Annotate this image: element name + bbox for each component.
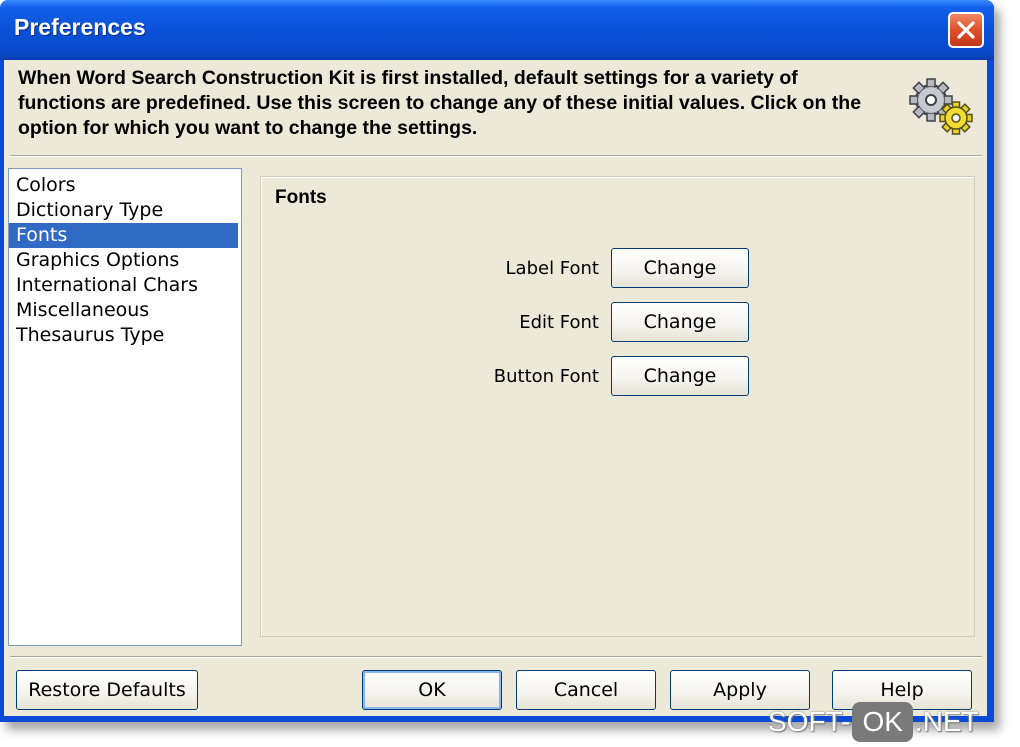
watermark-right: .NET xyxy=(914,706,979,737)
gears-icon xyxy=(909,78,973,135)
dialog-body: When Word Search Construction Kit is fir… xyxy=(4,60,987,716)
category-item-fonts[interactable]: Fonts xyxy=(9,223,238,248)
close-button[interactable] xyxy=(948,12,984,48)
fonts-panel: Fonts Label Font Change Edit Font Change… xyxy=(260,176,975,637)
change-label-font-button[interactable]: Change xyxy=(611,248,749,288)
label-font-label: Label Font xyxy=(505,258,599,279)
category-item-international-chars[interactable]: International Chars xyxy=(9,273,238,298)
category-item-miscellaneous[interactable]: Miscellaneous xyxy=(9,298,238,323)
cancel-button[interactable]: Cancel xyxy=(516,670,656,710)
panel-title: Fonts xyxy=(275,187,327,208)
window-title: Preferences xyxy=(14,14,146,40)
category-item-dictionary-type[interactable]: Dictionary Type xyxy=(9,198,238,223)
button-font-label: Button Font xyxy=(493,366,599,387)
restore-defaults-button[interactable]: Restore Defaults xyxy=(16,670,198,710)
title-bar[interactable]: Preferences xyxy=(0,0,994,60)
watermark: SOFT- OK .NET xyxy=(768,702,979,742)
category-list[interactable]: Colors Dictionary Type Fonts Graphics Op… xyxy=(8,168,242,646)
edit-font-label: Edit Font xyxy=(519,312,599,333)
watermark-left: SOFT- xyxy=(768,706,851,737)
footer-separator xyxy=(10,656,982,658)
category-item-thesaurus-type[interactable]: Thesaurus Type xyxy=(9,323,238,348)
header-separator xyxy=(10,155,982,157)
category-item-graphics-options[interactable]: Graphics Options xyxy=(9,248,238,273)
change-edit-font-button[interactable]: Change xyxy=(611,302,749,342)
close-icon xyxy=(957,21,975,39)
preferences-window: Preferences When Word Search Constructio… xyxy=(0,0,994,722)
watermark-middle: OK xyxy=(852,702,913,742)
category-item-colors[interactable]: Colors xyxy=(9,173,238,198)
description-text: When Word Search Construction Kit is fir… xyxy=(18,67,862,139)
change-button-font-button[interactable]: Change xyxy=(611,356,749,396)
ok-button[interactable]: OK xyxy=(362,670,502,710)
